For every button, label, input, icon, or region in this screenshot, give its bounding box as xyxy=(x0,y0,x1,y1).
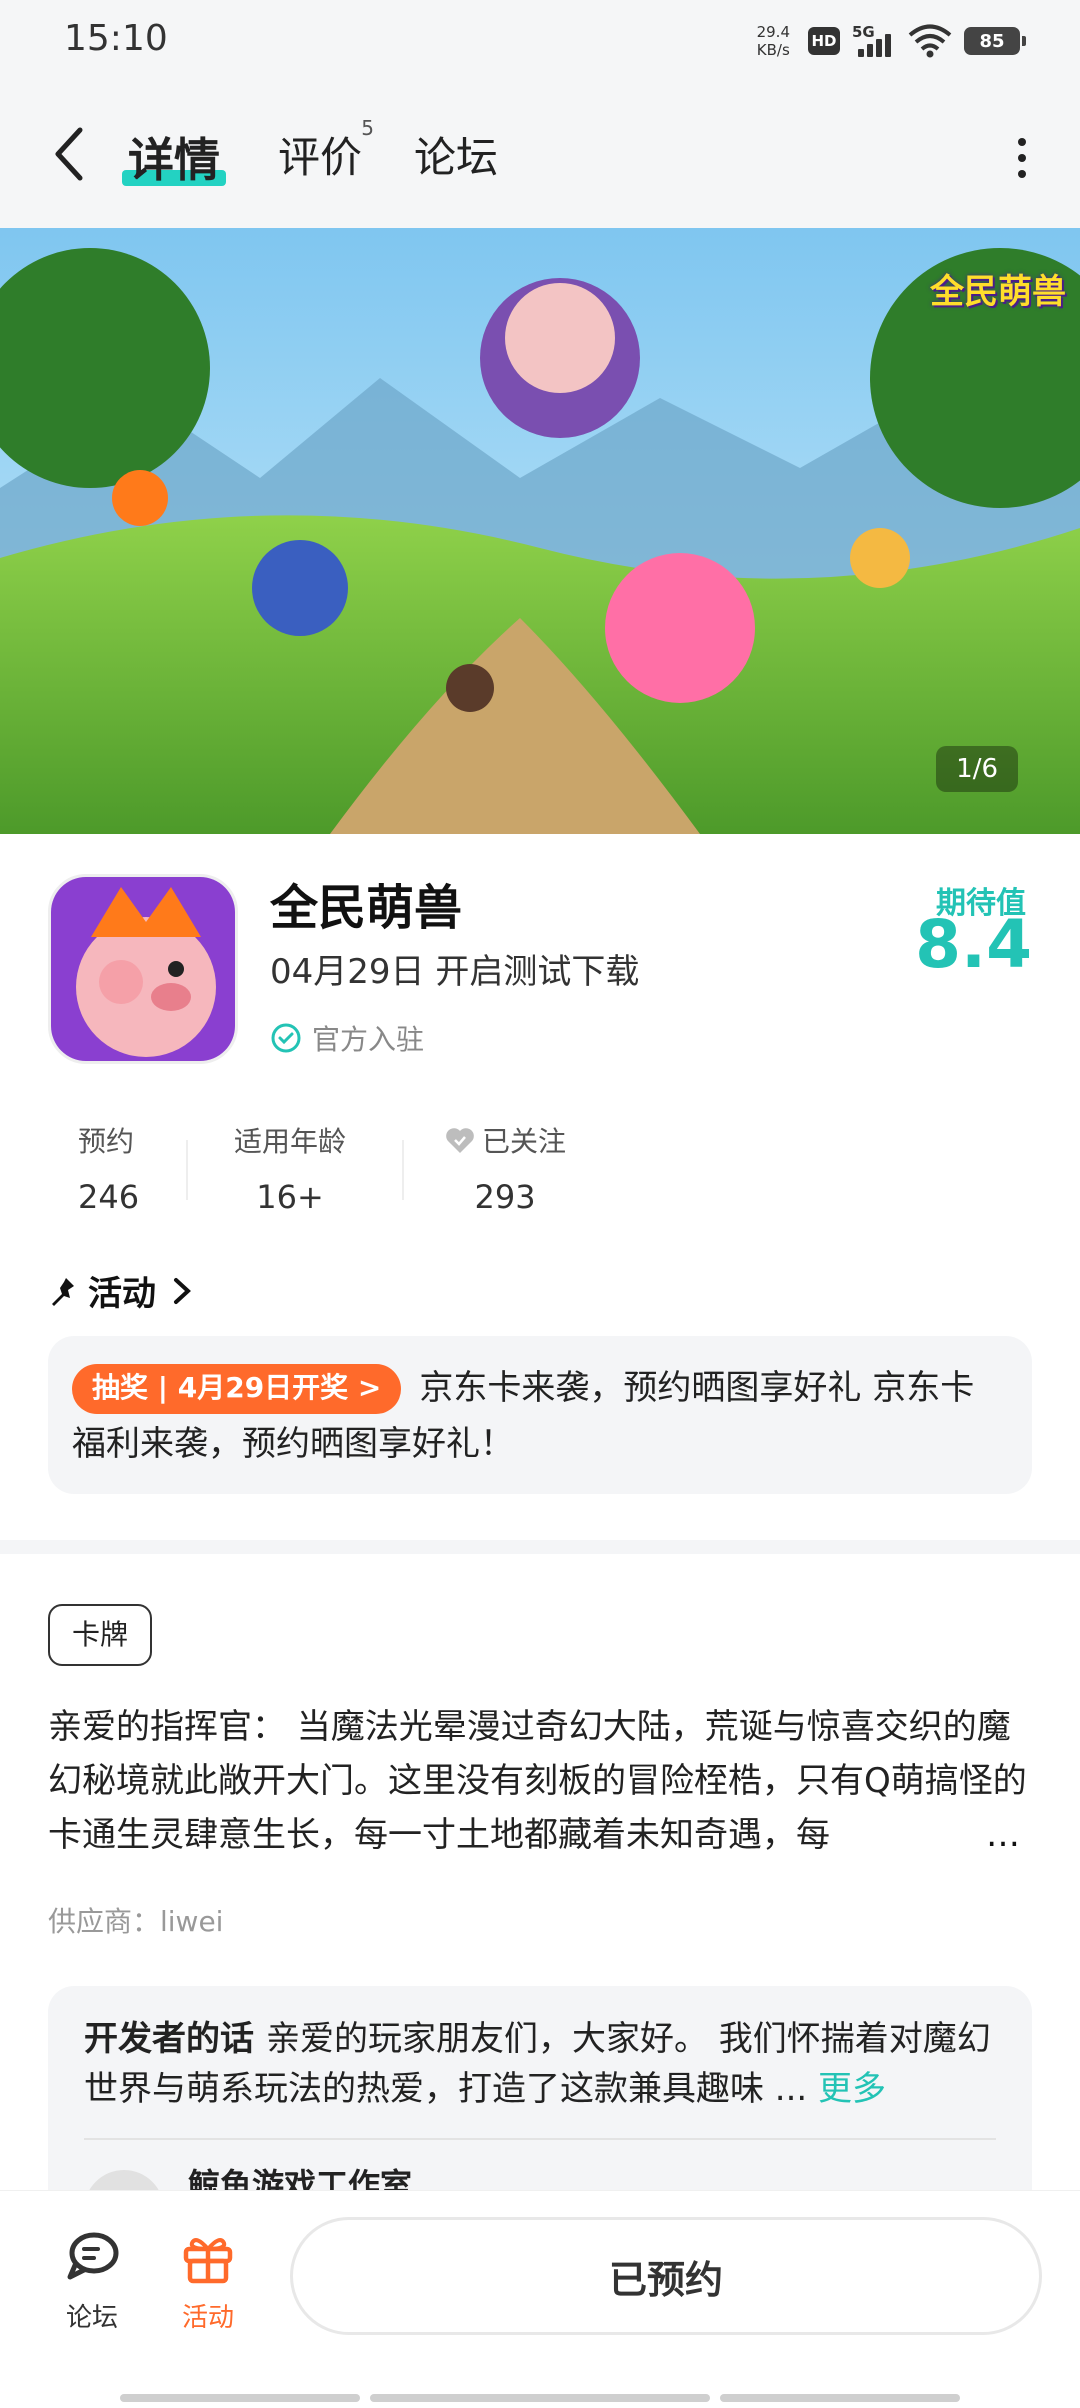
pin-icon xyxy=(52,1277,74,1306)
status-icons: 29.4 KB/s HD 5G 85 xyxy=(757,18,1026,64)
more-vertical-icon[interactable] xyxy=(1016,136,1028,180)
game-description[interactable]: 亲爱的指挥官： 当魔法光晕漫过奇幻大陆，荒诞与惊喜交织的魔幻秘境就此敞开大门。这… xyxy=(48,1700,1038,1862)
stat-divider xyxy=(402,1140,404,1200)
stat-age-rating: 适用年龄 16+ xyxy=(234,1120,346,1216)
test-date: 04月29日 开启测试下载 xyxy=(270,952,640,992)
battery-icon: 85 xyxy=(964,27,1026,55)
verified-check-icon xyxy=(271,1023,301,1053)
developer-words: 开发者的话 亲爱的玩家朋友们，大家好。 我们怀揣着对魔幻世界与萌系玩法的热爱，打造… xyxy=(84,2014,1004,2114)
tab-reviews[interactable]: 评价 5 xyxy=(278,116,374,185)
stat-followed[interactable]: 已关注 293 xyxy=(444,1120,566,1216)
screenshot-carousel[interactable]: 全民萌兽 1/6 xyxy=(0,228,1080,834)
gesture-bar xyxy=(370,2394,710,2402)
forum-label: 论坛 xyxy=(65,2303,118,2333)
network-speed-value: 29.4 xyxy=(756,23,790,41)
tab-forum-label: 论坛 xyxy=(414,133,499,182)
carousel-counter: 1/6 xyxy=(936,746,1018,792)
network-speed: 29.4 KB/s xyxy=(757,23,790,59)
tab-forum[interactable]: 论坛 xyxy=(414,124,498,185)
card-divider xyxy=(84,2138,996,2140)
supplier-info: 供应商：liwei xyxy=(48,1905,224,1938)
activity-card[interactable]: 抽奖 | 4月29日开奖 > 京东卡来袭，预约晒图享好礼 京东卡福利来袭，预约晒图… xyxy=(48,1336,1032,1494)
gesture-bar xyxy=(720,2394,960,2402)
heart-icon xyxy=(446,1128,474,1153)
game-logo: 全民萌兽 xyxy=(930,272,1066,312)
signal-icon: 5G xyxy=(852,23,896,59)
tab-details[interactable]: 详情 xyxy=(122,124,226,190)
official-label: 官方入驻 xyxy=(312,1023,425,1056)
tab-reviews-label: 评价 xyxy=(278,133,363,182)
activity-section-header[interactable]: 活动 xyxy=(48,1266,196,1315)
tab-details-label: 详情 xyxy=(128,133,220,187)
tab-reviews-badge: 5 xyxy=(361,116,375,140)
app-name: 全民萌兽 xyxy=(270,880,463,936)
stat-reservations-label: 预约 xyxy=(78,1125,135,1158)
chevron-right-icon xyxy=(174,1277,191,1304)
official-badge: 官方入驻 xyxy=(270,1018,424,1058)
stat-age-label: 适用年龄 xyxy=(234,1125,347,1158)
gesture-bar xyxy=(120,2394,360,2402)
genre-tag[interactable]: 卡牌 xyxy=(48,1604,153,1666)
app-detail-page: 15:10 29.4 KB/s HD 5G 85 详情 评价 5 论坛 全民萌兽… xyxy=(0,0,1080,2408)
top-nav: 详情 评价 5 论坛 xyxy=(0,80,1080,228)
network-type: 5G xyxy=(852,23,875,41)
section-divider xyxy=(0,1540,1080,1554)
status-time: 15:10 xyxy=(64,18,168,59)
chat-bubble-icon xyxy=(67,2232,119,2280)
more-link[interactable]: 更多 xyxy=(818,2069,886,2109)
status-bar: 15:10 29.4 KB/s HD 5G 85 xyxy=(0,0,1080,80)
network-speed-unit: KB/s xyxy=(756,41,790,59)
stat-reservations: 预约 246 xyxy=(78,1120,139,1216)
lottery-badge[interactable]: 抽奖 | 4月29日开奖 > xyxy=(72,1364,402,1414)
stat-followed-label: 已关注 xyxy=(482,1125,567,1158)
activity-label: 活动 xyxy=(181,2303,234,2333)
banner-artwork xyxy=(0,228,1080,834)
activity-title: 活动 xyxy=(88,1274,156,1314)
gift-icon xyxy=(183,2238,233,2284)
app-icon xyxy=(48,874,238,1064)
description-ellipsis: … xyxy=(980,1808,1020,1862)
activity-button[interactable]: 活动 xyxy=(168,2227,248,2334)
reserved-button[interactable]: 已预约 xyxy=(290,2217,1042,2335)
stat-reservations-value: 246 xyxy=(78,1178,140,1216)
wifi-icon xyxy=(908,24,952,58)
developer-words-heading: 开发者的话 xyxy=(84,2019,254,2059)
stat-divider xyxy=(186,1140,188,1200)
stat-followed-value: 293 xyxy=(474,1178,536,1216)
expectation-score: 8.4 xyxy=(915,906,1032,983)
back-arrow-icon[interactable] xyxy=(50,124,90,184)
bottom-action-bar: 论坛 活动 已预约 xyxy=(0,2190,1080,2408)
stat-age-value: 16+ xyxy=(256,1178,324,1216)
hd-icon: HD xyxy=(808,27,840,55)
forum-button[interactable]: 论坛 xyxy=(52,2227,132,2334)
